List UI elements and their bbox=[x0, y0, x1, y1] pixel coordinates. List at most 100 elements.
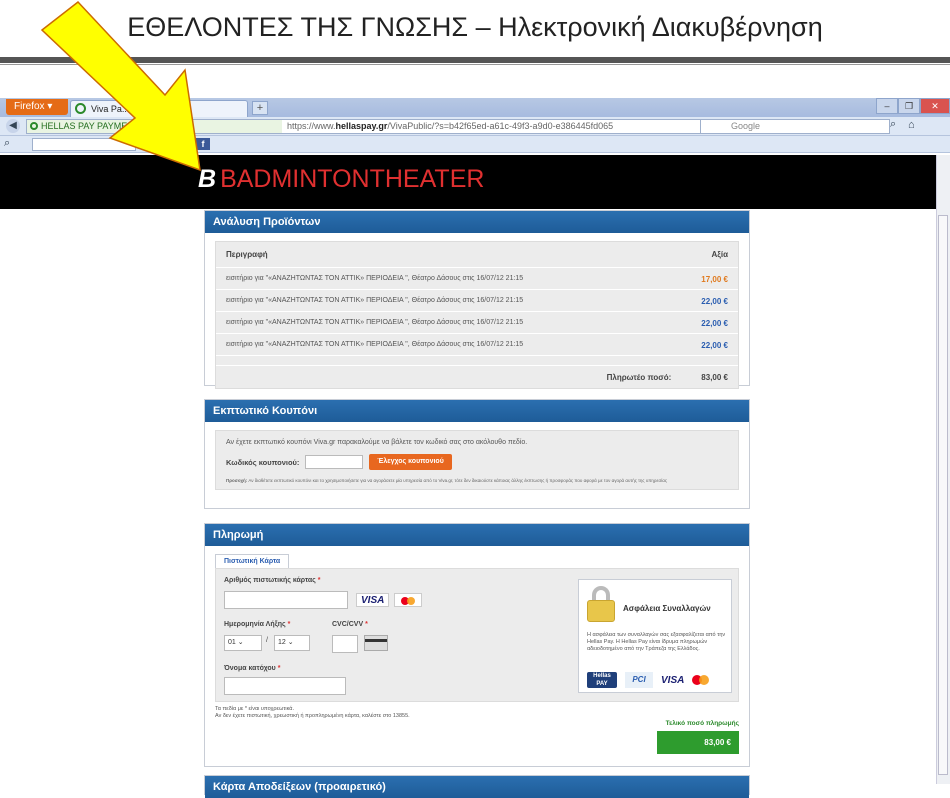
security-box: Ασφάλεια Συναλλαγών Η ασφάλεια των συναλ… bbox=[578, 579, 732, 693]
final-amount-label: Τελικό ποσό πληρωμής bbox=[665, 720, 739, 727]
visa-icon: VISA bbox=[356, 593, 390, 607]
site-identity[interactable]: HELLAS PAY PAYMENT S... (GR) bbox=[27, 120, 282, 133]
coupon-warning-text: Αν διαθέτετε εκπτωτικό κουπόνι και το χρ… bbox=[248, 478, 668, 483]
receipts-heading: Κάρτα Αποδείξεων (προαιρετικό) bbox=[205, 776, 749, 798]
coupon-code-input[interactable] bbox=[305, 455, 364, 469]
url-prefix: https://www. bbox=[287, 121, 336, 131]
toolbar-search-button[interactable]: Search bbox=[142, 138, 185, 151]
slide-title: ΕΘΕΛΟΝΤΕΣ ΤΗΣ ΓΝΩΣΗΣ – Ηλεκτρονική Διακυ… bbox=[127, 12, 823, 42]
toolbar-search-label: Search bbox=[156, 139, 185, 149]
url-domain: hellaspay.gr bbox=[335, 121, 388, 131]
cvv-label-text: CVC/CVV bbox=[332, 621, 364, 628]
product-amount: 22,00 € bbox=[701, 341, 728, 350]
coupon-intro: Αν έχετε εκπτωτικό κουπόνι Viva.gr παρακ… bbox=[226, 439, 528, 446]
coupon-warning-label: Προσοχή: bbox=[226, 478, 248, 483]
expiry-year-select[interactable]: 12 ⌄ bbox=[274, 635, 310, 651]
products-heading: Ανάλυση Προϊόντων bbox=[205, 211, 749, 233]
description-column-header: Περιγραφή bbox=[226, 250, 268, 259]
required-fields-note: Τα πεδία με * είναι υποχρεωτικά. bbox=[215, 706, 294, 712]
products-panel: Ανάλυση Προϊόντων Περιγραφή Αξία εισιτήρ… bbox=[204, 210, 750, 389]
products-total-label: Πληρωτέο ποσό: bbox=[606, 373, 672, 382]
new-tab-button[interactable]: + bbox=[252, 101, 268, 115]
products-header-row: Περιγραφή Αξία bbox=[216, 242, 738, 268]
coupon-panel: Εκπτωτικό Κουπόνι Αν έχετε εκπτωτικό κου… bbox=[204, 399, 750, 509]
check-coupon-button[interactable]: Έλεγχος κουπονιού bbox=[369, 454, 452, 470]
back-arrow-icon[interactable]: ◀ bbox=[6, 119, 20, 133]
cvv-input[interactable] bbox=[332, 635, 358, 653]
cvv-label: CVC/CVV * bbox=[332, 621, 368, 628]
site-identity-label: HELLAS PAY PAYMENT S... (GR) bbox=[41, 121, 178, 131]
receipts-panel: Κάρτα Αποδείξεων (προαιρετικό) bbox=[204, 775, 750, 798]
magnifier-icon[interactable]: ⌕ bbox=[4, 137, 10, 150]
firefox-menu-button[interactable]: Firefox ▾ bbox=[6, 99, 68, 115]
home-icon[interactable]: ⌂ bbox=[908, 119, 915, 131]
window-controls: – ❐ ✕ bbox=[876, 98, 950, 115]
logo-text: BADMINTONTHEATER bbox=[220, 165, 485, 193]
close-icon[interactable]: ✕ bbox=[920, 98, 950, 114]
value-column-header: Αξία bbox=[711, 250, 728, 259]
required-marker: * bbox=[317, 577, 321, 584]
product-amount: 17,00 € bbox=[701, 275, 728, 284]
badminton-theater-logo[interactable]: B BADMINTONTHEATER bbox=[198, 165, 484, 194]
product-amount: 22,00 € bbox=[701, 319, 728, 328]
address-bar[interactable]: HELLAS PAY PAYMENT S... (GR) https://www… bbox=[26, 119, 778, 134]
cvv-card-icon bbox=[364, 635, 388, 651]
facebook-icon[interactable]: f bbox=[196, 138, 210, 150]
page-scrollbar[interactable] bbox=[936, 155, 950, 784]
product-row: εισιτήριο για "«ΑΝΑΖΗΤΩΝΤΑΣ ΤΟΝ ΑΤΤΙΚ» Π… bbox=[216, 290, 738, 312]
search-toolbar: ⌕ Search f bbox=[0, 136, 950, 153]
chevron-down-icon: ⌄ bbox=[287, 639, 294, 646]
coupon-warning: Προσοχή: Αν διαθέτετε εκπτωτικό κουπόνι … bbox=[216, 474, 738, 489]
payment-heading: Πληρωμή bbox=[205, 524, 749, 546]
browser-tab[interactable]: Viva Pa... bbox=[70, 100, 248, 117]
url-text: https://www.hellaspay.gr/VivaPublic/?s=b… bbox=[287, 120, 613, 133]
holder-label: Όνομα κατόχου * bbox=[224, 665, 280, 672]
google-search-field[interactable]: Google bbox=[700, 119, 890, 134]
tab-credit-card[interactable]: Πιστωτική Κάρτα bbox=[215, 554, 290, 568]
viva-favicon-icon bbox=[75, 103, 86, 114]
holder-name-input[interactable] bbox=[224, 677, 346, 695]
pay-total-button[interactable]: 83,00 € bbox=[657, 731, 739, 754]
expiry-year-value: 12 bbox=[278, 639, 286, 646]
product-description: εισιτήριο για "«ΑΝΑΖΗΤΩΝΤΑΣ ΤΟΝ ΑΤΤΙΚ» Π… bbox=[226, 319, 524, 326]
expiry-separator: / bbox=[266, 637, 268, 644]
mastercard-logo bbox=[692, 673, 712, 687]
maximize-icon[interactable]: ❐ bbox=[898, 98, 920, 114]
card-help-note: Αν δεν έχετε πιστωτική, χρεωστική ή προπ… bbox=[215, 713, 410, 719]
product-amount: 22,00 € bbox=[701, 297, 728, 306]
products-table: Περιγραφή Αξία εισιτήριο για "«ΑΝΑΖΗΤΩΝΤ… bbox=[215, 241, 739, 389]
mastercard-icon bbox=[394, 593, 422, 607]
required-marker: * bbox=[365, 621, 368, 628]
card-number-label-text: Αριθμός πιστωτικής κάρτας bbox=[224, 577, 316, 584]
search-engine-label: Google bbox=[731, 121, 761, 131]
coupon-box: Αν έχετε εκπτωτικό κουπόνι Viva.gr παρακ… bbox=[215, 430, 739, 490]
visa-logo: VISA bbox=[661, 674, 685, 686]
card-number-label: Αριθμός πιστωτικής κάρτας * bbox=[224, 577, 321, 584]
search-icon[interactable]: ⌕ bbox=[890, 118, 896, 131]
holder-label-text: Όνομα κατόχου bbox=[224, 665, 276, 672]
product-spacer-row bbox=[216, 356, 738, 366]
product-description: εισιτήριο για "«ΑΝΑΖΗΤΩΝΤΑΣ ΤΟΝ ΑΤΤΙΚ» Π… bbox=[226, 297, 524, 304]
minimize-icon[interactable]: – bbox=[876, 98, 898, 114]
url-path: /VivaPublic/?s=b42f65ed-a61c-49f3-a9d0-e… bbox=[387, 121, 614, 131]
payment-logos: Hellas PAY PCI VISA bbox=[587, 672, 712, 688]
tab-title: Viva Pa... bbox=[91, 104, 130, 114]
padlock-icon bbox=[587, 586, 615, 624]
logo-mark: B bbox=[198, 165, 217, 193]
coupon-form: Κωδικός κουπονιού: Έλεγχος κουπονιού bbox=[216, 450, 738, 474]
product-description: εισιτήριο για "«ΑΝΑΖΗΤΩΝΤΑΣ ΤΟΝ ΑΤΤΙΚ» Π… bbox=[226, 341, 524, 348]
required-marker: * bbox=[277, 665, 281, 672]
expiry-month-select[interactable]: 01 ⌄ bbox=[224, 635, 262, 651]
card-number-input[interactable] bbox=[224, 591, 348, 609]
required-marker: * bbox=[287, 621, 291, 628]
browser-window: Firefox ▾ Viva Pa... + – ❐ ✕ ◀ HELLAS PA… bbox=[0, 98, 950, 798]
products-total-row: Πληρωτέο ποσό: 83,00 € bbox=[216, 366, 738, 388]
toolbar-search-input[interactable] bbox=[32, 138, 136, 151]
pci-logo: PCI bbox=[625, 672, 653, 688]
hellaspay-logo: Hellas PAY bbox=[587, 672, 617, 688]
scrollbar-thumb[interactable] bbox=[938, 215, 948, 775]
security-text: Η ασφάλεια των συναλλαγών σας εξασφαλίζε… bbox=[587, 632, 726, 652]
product-row: εισιτήριο για "«ΑΝΑΖΗΤΩΝΤΑΣ ΤΟΝ ΑΤΤΙΚ» Π… bbox=[216, 268, 738, 290]
go-icon bbox=[142, 139, 153, 151]
payment-panel: Πληρωμή Πιστωτική Κάρτα Αριθμός πιστωτικ… bbox=[204, 523, 750, 767]
